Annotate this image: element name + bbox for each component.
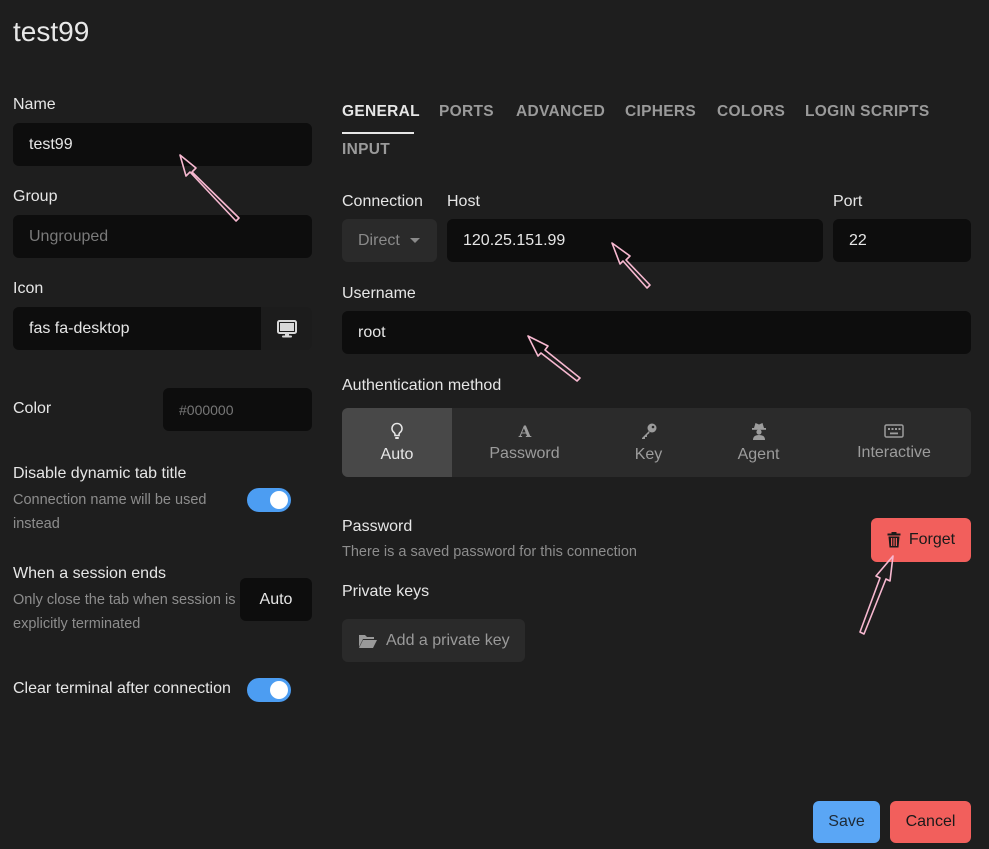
- annotation-arrow: [179, 154, 894, 635]
